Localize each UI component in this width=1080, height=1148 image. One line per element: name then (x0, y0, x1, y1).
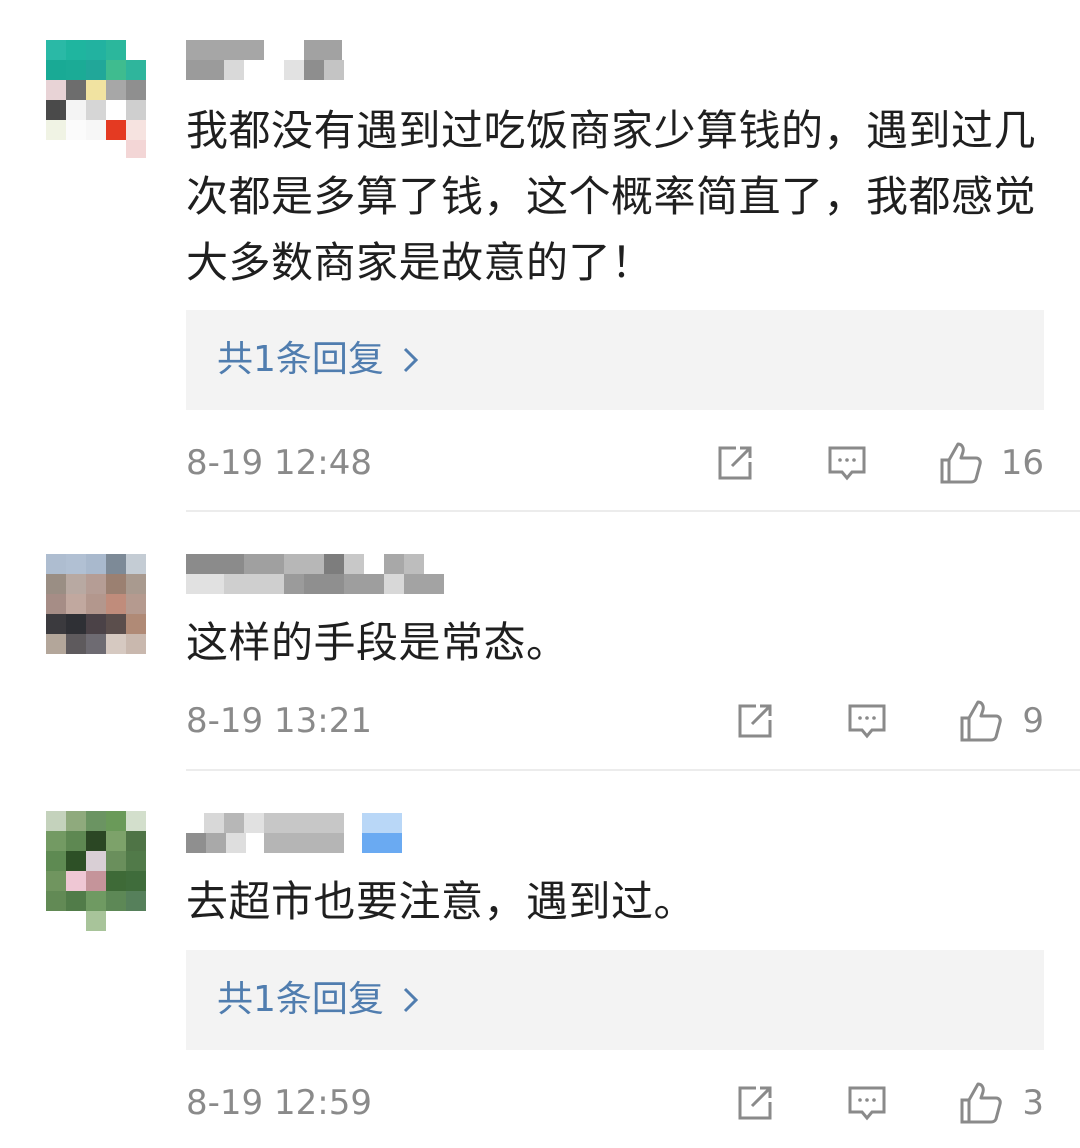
username[interactable] (186, 813, 406, 853)
view-replies-link[interactable]: 共1条回复 (217, 338, 422, 382)
comment-item: 去超市也要注意，遇到过。 共1条回复 8-19 12:59 3 (0, 771, 1080, 1148)
chevron-right-icon (403, 987, 419, 1013)
comment-text: 去超市也要注意，遇到过。 (186, 877, 697, 926)
comment-time: 8-19 12:48 (186, 443, 372, 483)
username[interactable] (186, 554, 466, 594)
comment-icon[interactable] (826, 442, 868, 484)
comment-text: 我都没有遇到过吃饭商家少算钱的，遇到过几次都是多算了钱，这个概率简直了，我都感觉… (186, 106, 1037, 287)
reply-count-label: 共1条回复 (217, 979, 384, 1020)
like-icon[interactable] (958, 1080, 1004, 1126)
comment-meta: 8-19 12:59 3 (186, 1080, 1044, 1126)
share-icon[interactable] (734, 1082, 776, 1124)
share-icon[interactable] (734, 700, 776, 742)
comment-meta: 8-19 13:21 9 (186, 698, 1044, 744)
like-count: 3 (1022, 1083, 1044, 1123)
comment-icon[interactable] (846, 700, 888, 742)
comment-time: 8-19 12:59 (186, 1083, 372, 1123)
comment-icon[interactable] (846, 1082, 888, 1124)
share-icon[interactable] (714, 442, 756, 484)
avatar[interactable] (46, 554, 146, 654)
like-icon[interactable] (938, 440, 984, 486)
chevron-right-icon (403, 347, 419, 373)
reply-count-label: 共1条回复 (217, 339, 384, 380)
username[interactable] (186, 40, 346, 80)
view-replies-link[interactable]: 共1条回复 (217, 978, 422, 1022)
reply-box[interactable]: 共1条回复 (186, 310, 1044, 410)
like-icon[interactable] (958, 698, 1004, 744)
reply-box[interactable]: 共1条回复 (186, 950, 1044, 1050)
avatar[interactable] (46, 40, 146, 158)
like-count: 9 (1022, 701, 1044, 741)
comment-item: 这样的手段是常态。 8-19 13:21 9 (0, 512, 1080, 770)
comment-meta: 8-19 12:48 16 (186, 440, 1044, 486)
comment-item: 我都没有遇到过吃饭商家少算钱的，遇到过几次都是多算了钱，这个概率简直了，我都感觉… (0, 0, 1080, 512)
like-count: 16 (1000, 443, 1044, 483)
avatar[interactable] (46, 811, 146, 931)
comment-text: 这样的手段是常态。 (186, 618, 569, 667)
comment-time: 8-19 13:21 (186, 701, 372, 741)
